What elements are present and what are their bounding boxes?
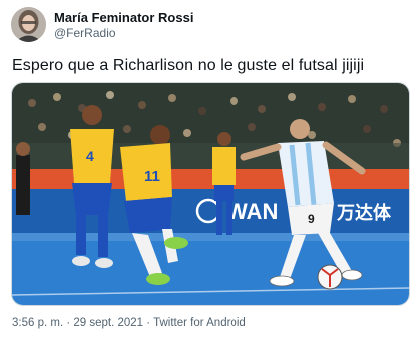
author-name[interactable]: María Feminator Rossi [54,10,193,25]
tweet-date[interactable]: 29 sept. 2021 [73,317,143,329]
avatar-photo [11,7,46,42]
tweet-meta: 3:56 p. m. · 29 sept. 2021 · Twitter for… [12,317,246,329]
referee-figure [16,142,30,215]
meta-separator: · [63,317,74,329]
ad-text-chinese: 万达体 [336,202,392,224]
tweet-time[interactable]: 3:56 p. m. [12,317,63,329]
author-avatar[interactable] [11,7,46,42]
futsal-photo: WAN 万达体 4 11 9 [12,83,409,305]
upper-ad-board [12,169,409,189]
tweet-client[interactable]: Twitter for Android [153,317,246,329]
tweet-text: Espero que a Richarlison no le guste el … [12,57,365,74]
tweet-card: María Feminator Rossi @FerRadio Espero q… [0,0,420,342]
ad-text-wan: WAN [227,199,278,224]
jersey-number-9: 9 [308,212,315,226]
futsal-ball [317,264,343,290]
tweet-photo[interactable]: WAN 万达体 4 11 9 [11,82,410,306]
jersey-number-11: 11 [144,168,160,185]
meta-separator-2: · [143,317,154,329]
author-handle[interactable]: @FerRadio [54,26,116,40]
jersey-number-4: 4 [86,148,94,164]
